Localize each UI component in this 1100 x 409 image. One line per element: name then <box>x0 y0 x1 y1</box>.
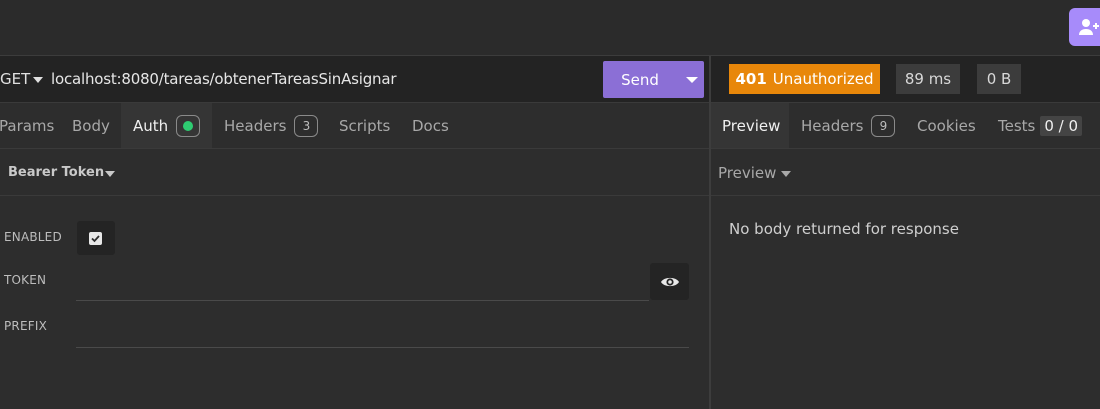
response-header: 401 Unauthorized 89 ms 0 B <box>711 56 1100 103</box>
tab-label: Headers <box>224 116 287 135</box>
tab-label: Headers <box>801 116 864 135</box>
response-headers-count-badge: 9 <box>871 114 896 137</box>
token-label: TOKEN <box>4 273 47 287</box>
status-text: Unauthorized <box>772 70 874 88</box>
caret-down-icon[interactable] <box>33 77 43 83</box>
auth-type-selector[interactable]: Bearer Token <box>0 149 709 196</box>
token-input[interactable] <box>76 300 649 301</box>
tab-tests[interactable]: Tests 0 / 0 <box>998 103 1098 148</box>
tab-label: Tests <box>998 116 1036 135</box>
response-pane: 401 Unauthorized 89 ms 0 B Preview Heade… <box>711 56 1100 409</box>
toggle-visibility-button[interactable] <box>650 263 689 300</box>
tab-params[interactable]: Params <box>0 103 59 148</box>
prefix-input[interactable] <box>76 347 689 348</box>
tab-label: Auth <box>133 116 169 135</box>
tab-response-headers[interactable]: Headers 9 <box>801 103 896 148</box>
auth-enabled-badge <box>176 114 201 137</box>
tab-label: Docs <box>412 116 449 135</box>
tab-cookies[interactable]: Cookies <box>917 103 977 148</box>
user-plus-icon <box>1079 19 1099 35</box>
tab-label: Cookies <box>917 116 976 135</box>
caret-down-icon[interactable] <box>686 77 698 83</box>
url-input[interactable]: localhost:8080/tareas/obtenerTareasSinAs… <box>51 70 396 88</box>
tab-label: Body <box>72 116 110 135</box>
prefix-label: PREFIX <box>4 319 48 333</box>
request-pane: GET localhost:8080/tareas/obtenerTareasS… <box>0 56 709 409</box>
enabled-checkbox-wrapper <box>77 221 115 255</box>
send-button-label: Send <box>621 70 659 89</box>
send-button[interactable]: Send <box>603 61 704 98</box>
tab-preview[interactable]: Preview <box>711 103 789 148</box>
response-time: 89 ms <box>896 64 960 94</box>
tab-auth[interactable]: Auth <box>121 103 212 148</box>
tests-count-badge: 0 / 0 <box>1040 115 1083 136</box>
request-tabs: Params Body Auth Headers 3 Scripts Docs <box>0 103 709 149</box>
eye-icon <box>660 277 679 286</box>
tab-headers[interactable]: Headers 3 <box>224 103 324 148</box>
check-icon <box>91 235 100 243</box>
tab-label: Params <box>0 116 55 135</box>
preview-mode-selector[interactable]: Preview <box>711 149 1100 196</box>
url-bar: GET localhost:8080/tareas/obtenerTareasS… <box>0 56 709 103</box>
headers-count-badge: 3 <box>294 114 319 137</box>
status-dot <box>183 120 194 131</box>
method-selector[interactable]: GET <box>0 70 30 88</box>
caret-down-icon <box>105 171 115 177</box>
status-code: 401 <box>735 70 767 88</box>
tab-label: Preview <box>722 116 781 135</box>
preview-mode-label: Preview <box>718 164 777 182</box>
enabled-label: ENABLED <box>4 230 62 244</box>
tab-docs[interactable]: Docs <box>412 103 457 148</box>
enabled-checkbox[interactable] <box>89 232 102 245</box>
caret-down-icon <box>781 171 791 177</box>
status-badge: 401 Unauthorized <box>729 64 880 94</box>
tab-label: Scripts <box>339 116 391 135</box>
auth-type-label: Bearer Token <box>8 165 105 180</box>
empty-body-message: No body returned for response <box>729 220 959 238</box>
tab-body[interactable]: Body <box>72 103 117 148</box>
response-size: 0 B <box>977 64 1021 94</box>
top-bar <box>0 0 1100 56</box>
invite-user-button[interactable] <box>1069 8 1100 46</box>
response-tabs: Preview Headers 9 Cookies Tests 0 / 0 <box>711 103 1100 149</box>
tab-scripts[interactable]: Scripts <box>339 103 399 148</box>
